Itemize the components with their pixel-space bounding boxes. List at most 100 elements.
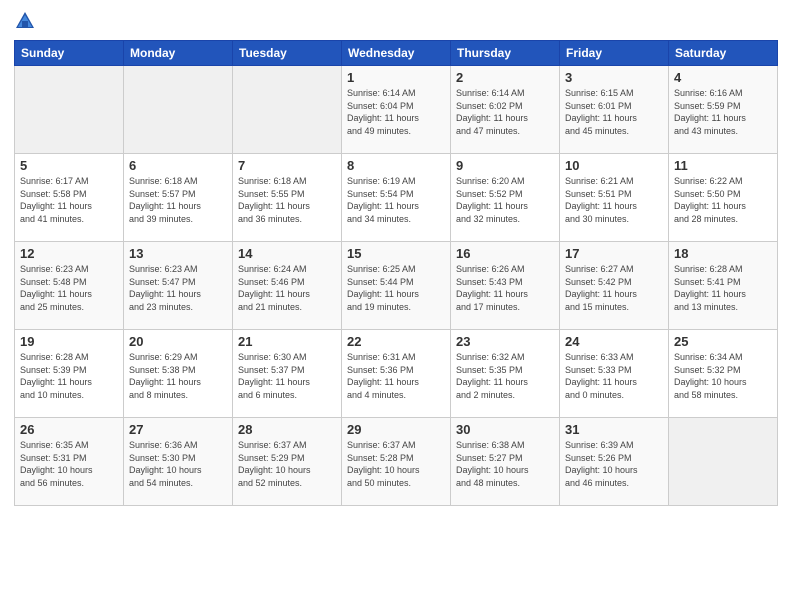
- day-info-line: Daylight: 11 hours: [238, 200, 336, 213]
- day-info-line: and 54 minutes.: [129, 477, 227, 490]
- calendar-cell: [233, 66, 342, 154]
- calendar-cell: 2Sunrise: 6:14 AMSunset: 6:02 PMDaylight…: [451, 66, 560, 154]
- logo: [14, 10, 40, 32]
- day-info-line: Sunrise: 6:37 AM: [347, 439, 445, 452]
- calendar-week-row: 5Sunrise: 6:17 AMSunset: 5:58 PMDaylight…: [15, 154, 778, 242]
- logo-icon: [14, 10, 36, 32]
- calendar-cell: 6 Sunrise: 6:18 AMSunset: 5:57 PMDaylight…: [124, 154, 233, 242]
- day-info-line: Sunset: 5:54 PM: [347, 188, 445, 201]
- header-thursday: Thursday: [451, 41, 560, 66]
- calendar-cell: 21Sunrise: 6:30 AMSunset: 5:37 PMDayligh…: [233, 330, 342, 418]
- day-info-line: Sunrise: 6:24 AM: [238, 263, 336, 276]
- day-number: 8: [347, 158, 445, 173]
- day-number: 12: [20, 246, 118, 261]
- day-info-line: Sunset: 6:01 PM: [565, 100, 663, 113]
- day-info-line: and 4 minutes.: [347, 389, 445, 402]
- day-info-line: and 34 minutes.: [347, 213, 445, 226]
- calendar-header: Sunday Monday Tuesday Wednesday Thursday…: [15, 41, 778, 66]
- day-info-line: Daylight: 11 hours: [129, 288, 227, 301]
- calendar-cell: 19Sunrise: 6:28 AMSunset: 5:39 PMDayligh…: [15, 330, 124, 418]
- day-info-line: Daylight: 11 hours: [674, 112, 772, 125]
- day-number: 20: [129, 334, 227, 349]
- day-number: 6: [129, 158, 227, 173]
- day-number: 1: [347, 70, 445, 85]
- day-info-line: Sunrise: 6:23 AM: [129, 263, 227, 276]
- header-wednesday: Wednesday: [342, 41, 451, 66]
- day-info-line: Sunset: 6:02 PM: [456, 100, 554, 113]
- day-number: 10: [565, 158, 663, 173]
- day-info-line: Daylight: 11 hours: [238, 376, 336, 389]
- day-info-line: Daylight: 11 hours: [456, 376, 554, 389]
- day-info-line: Daylight: 11 hours: [565, 376, 663, 389]
- day-info-line: and 48 minutes.: [456, 477, 554, 490]
- calendar-cell: 25Sunrise: 6:34 AMSunset: 5:32 PMDayligh…: [669, 330, 778, 418]
- day-info-line: Sunset: 5:46 PM: [238, 276, 336, 289]
- calendar-cell: 9Sunrise: 6:20 AMSunset: 5:52 PMDaylight…: [451, 154, 560, 242]
- calendar-cell: 14Sunrise: 6:24 AMSunset: 5:46 PMDayligh…: [233, 242, 342, 330]
- calendar-week-row: 1Sunrise: 6:14 AMSunset: 6:04 PMDaylight…: [15, 66, 778, 154]
- day-number: 23: [456, 334, 554, 349]
- day-info-line: Sunset: 5:44 PM: [347, 276, 445, 289]
- day-info-line: Daylight: 11 hours: [456, 288, 554, 301]
- day-info-line: Daylight: 10 hours: [238, 464, 336, 477]
- day-info-line: and 17 minutes.: [456, 301, 554, 314]
- day-info-line: and 58 minutes.: [674, 389, 772, 402]
- day-number: 17: [565, 246, 663, 261]
- day-number: 15: [347, 246, 445, 261]
- day-info-line: Daylight: 10 hours: [129, 464, 227, 477]
- calendar-page: Sunday Monday Tuesday Wednesday Thursday…: [0, 0, 792, 612]
- header-sunday: Sunday: [15, 41, 124, 66]
- day-info-line: Sunset: 5:36 PM: [347, 364, 445, 377]
- day-info-line: Daylight: 11 hours: [565, 200, 663, 213]
- day-number: 27: [129, 422, 227, 437]
- calendar-cell: 15Sunrise: 6:25 AMSunset: 5:44 PMDayligh…: [342, 242, 451, 330]
- day-info-line: Sunrise: 6:17 AM: [20, 175, 118, 188]
- day-info-line: Daylight: 11 hours: [456, 112, 554, 125]
- day-number: 5: [20, 158, 118, 173]
- day-info-line: and 30 minutes.: [565, 213, 663, 226]
- calendar-cell: 26Sunrise: 6:35 AMSunset: 5:31 PMDayligh…: [15, 418, 124, 506]
- day-info-line: Sunrise: 6:35 AM: [20, 439, 118, 452]
- day-info-line: Sunset: 5:50 PM: [674, 188, 772, 201]
- calendar-cell: 31Sunrise: 6:39 AMSunset: 5:26 PMDayligh…: [560, 418, 669, 506]
- day-info-line: Sunrise: 6:39 AM: [565, 439, 663, 452]
- day-info-line: and 19 minutes.: [347, 301, 445, 314]
- day-number: 3: [565, 70, 663, 85]
- day-info-line: Daylight: 11 hours: [674, 200, 772, 213]
- calendar-cell: 13Sunrise: 6:23 AMSunset: 5:47 PMDayligh…: [124, 242, 233, 330]
- calendar-cell: 7Sunrise: 6:18 AMSunset: 5:55 PMDaylight…: [233, 154, 342, 242]
- day-info-line: and 25 minutes.: [20, 301, 118, 314]
- day-info-line: Daylight: 11 hours: [347, 288, 445, 301]
- day-info-line: Daylight: 11 hours: [674, 288, 772, 301]
- calendar-cell: 24Sunrise: 6:33 AMSunset: 5:33 PMDayligh…: [560, 330, 669, 418]
- day-info-line: and 15 minutes.: [565, 301, 663, 314]
- day-info-line: Sunset: 5:55 PM: [238, 188, 336, 201]
- day-info-line: and 36 minutes.: [238, 213, 336, 226]
- day-info-line: Sunset: 5:33 PM: [565, 364, 663, 377]
- day-number: 14: [238, 246, 336, 261]
- calendar-week-row: 19Sunrise: 6:28 AMSunset: 5:39 PMDayligh…: [15, 330, 778, 418]
- day-info-line: Sunrise: 6:20 AM: [456, 175, 554, 188]
- day-info-line: Sunrise: 6:29 AM: [129, 351, 227, 364]
- day-info-line: and 41 minutes.: [20, 213, 118, 226]
- day-info-line: and 43 minutes.: [674, 125, 772, 138]
- day-info-line: Daylight: 11 hours: [129, 200, 227, 213]
- day-info-line: and 0 minutes.: [565, 389, 663, 402]
- day-info-line: Daylight: 11 hours: [20, 288, 118, 301]
- calendar-cell: [15, 66, 124, 154]
- day-info-line: Sunset: 5:28 PM: [347, 452, 445, 465]
- day-info-line: Sunset: 5:37 PM: [238, 364, 336, 377]
- day-info-line: Sunrise: 6:32 AM: [456, 351, 554, 364]
- calendar-cell: 10Sunrise: 6:21 AMSunset: 5:51 PMDayligh…: [560, 154, 669, 242]
- calendar-cell: 27Sunrise: 6:36 AMSunset: 5:30 PMDayligh…: [124, 418, 233, 506]
- calendar-cell: 1Sunrise: 6:14 AMSunset: 6:04 PMDaylight…: [342, 66, 451, 154]
- day-info-line: and 56 minutes.: [20, 477, 118, 490]
- day-number: 26: [20, 422, 118, 437]
- day-info-line: Sunset: 5:43 PM: [456, 276, 554, 289]
- day-info-line: and 28 minutes.: [674, 213, 772, 226]
- day-info-line: Sunrise: 6:23 AM: [20, 263, 118, 276]
- day-info-line: Sunrise: 6:18 AM: [129, 175, 227, 188]
- day-info-line: Daylight: 11 hours: [20, 376, 118, 389]
- day-number: 13: [129, 246, 227, 261]
- day-info-line: Sunset: 5:57 PM: [129, 188, 227, 201]
